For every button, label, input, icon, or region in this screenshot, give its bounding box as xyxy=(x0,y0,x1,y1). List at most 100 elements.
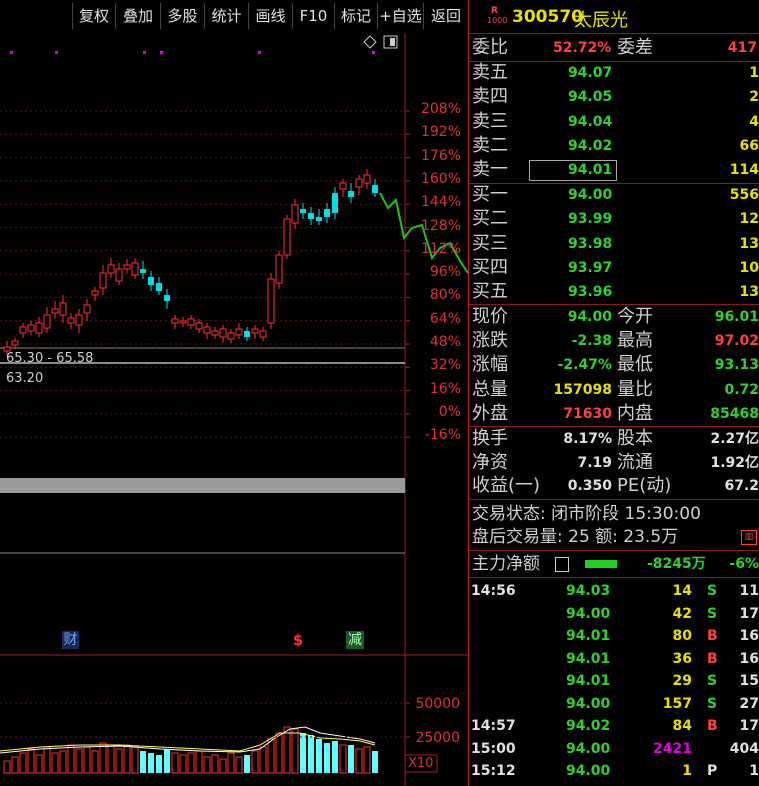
volume-bar xyxy=(156,755,162,773)
back-button[interactable]: 返回 xyxy=(423,3,469,29)
candle-body xyxy=(203,326,211,334)
quote-label-left: 外盘 xyxy=(472,402,508,424)
statistics-button[interactable]: 统计 xyxy=(204,3,248,29)
asks-row[interactable]: 卖三 94.04 4 xyxy=(469,111,759,133)
tick-price: 94.00 xyxy=(566,695,611,712)
volume-bar xyxy=(43,746,51,774)
pct-axis-label: 176% xyxy=(420,147,461,164)
candle-body xyxy=(156,283,162,291)
trade-status-text: 交易状态: 闭市阶段 15:30:00 xyxy=(472,504,701,524)
tick-row: 94.01 29 S 15 xyxy=(469,670,759,692)
dollar-marker[interactable]: $ xyxy=(291,631,305,649)
tick-time: 14:57 xyxy=(471,718,516,734)
tick-row: 15:00 94.00 2421 404 xyxy=(469,738,759,760)
bids-row[interactable]: 买三 93.98 13 xyxy=(469,233,759,255)
tick-time: 15:00 xyxy=(471,740,516,757)
pct-axis-label: 48% xyxy=(429,334,461,350)
pct-axis-label: -16% xyxy=(424,427,461,444)
candle-body xyxy=(211,330,219,336)
volume-bar xyxy=(283,726,291,774)
fuquan-button[interactable]: 复权 xyxy=(72,3,115,29)
bids-row[interactable]: 买四 93.97 10 xyxy=(469,257,759,279)
asks-price: 94.04 xyxy=(568,113,613,130)
quote-label-left: 涨幅 xyxy=(472,354,508,376)
candle-body xyxy=(259,330,267,338)
tick-side: B xyxy=(707,628,718,644)
asks-row[interactable]: 卖五 94.07 1 xyxy=(469,62,759,84)
bids-label: 买三 xyxy=(472,232,508,254)
multi-stock-button[interactable]: 多股 xyxy=(160,3,204,29)
tick-side: P xyxy=(707,763,718,779)
list-icon[interactable] xyxy=(555,557,569,572)
tick-count: 1 xyxy=(749,763,759,779)
candle-body xyxy=(348,191,354,197)
price-band xyxy=(0,478,405,493)
bids-row[interactable]: 买二 93.99 12 xyxy=(469,208,759,230)
candle-body xyxy=(164,295,170,301)
candle-body xyxy=(123,264,131,270)
overlay-button[interactable]: 叠加 xyxy=(115,3,160,29)
volume-bar xyxy=(67,744,75,774)
x10-zoom-label[interactable]: X10 xyxy=(408,756,433,771)
volume-bar xyxy=(267,738,275,774)
draw-line-button[interactable]: 画线 xyxy=(248,3,292,29)
volume-label-25000: 25000 xyxy=(415,730,460,746)
diamond-icon[interactable] xyxy=(363,35,377,49)
fund-row: 收益(一) 0.350 PE(动) 67.2 xyxy=(469,475,759,497)
pct-axis-label: 208% xyxy=(420,101,461,117)
asks-volume: 4 xyxy=(749,113,759,130)
bids-row[interactable]: 买五 93.96 13 xyxy=(469,281,759,303)
candle-body xyxy=(283,218,291,256)
finance-marker[interactable]: 财 xyxy=(62,631,79,649)
pct-axis-label: 16% xyxy=(429,380,461,397)
f10-button[interactable]: F10 xyxy=(292,3,334,29)
volume-bar xyxy=(235,756,243,774)
candle-body xyxy=(91,290,99,296)
volume-bar xyxy=(75,748,83,774)
candle-body xyxy=(324,209,330,217)
tick-row: 14:57 94.02 84 B 17 xyxy=(469,715,759,737)
kline-chart-svg[interactable] xyxy=(0,33,468,786)
bids-price: 93.99 xyxy=(568,211,613,228)
candle-body xyxy=(235,328,243,336)
tick-count: 404 xyxy=(729,740,759,757)
candle-body xyxy=(51,308,59,314)
asks-row[interactable]: 卖一 94.01 114 xyxy=(469,159,759,182)
event-dot xyxy=(258,51,261,54)
volume-bar xyxy=(91,750,99,774)
mark-button[interactable]: 标记 xyxy=(334,3,377,29)
stock-name: 太辰光 xyxy=(574,10,628,31)
reduce-holding-marker[interactable]: 减 xyxy=(346,631,364,649)
tick-count: 17 xyxy=(739,605,759,622)
quote-label-right: 量比 xyxy=(617,378,653,400)
tick-side: B xyxy=(707,718,718,734)
ask1-highlight xyxy=(529,160,617,182)
add-watchlist-button[interactable]: +自选 xyxy=(377,3,423,29)
pct-axis-label: 64% xyxy=(429,310,461,327)
event-dot xyxy=(372,51,375,54)
candle-body xyxy=(227,332,235,340)
kline-chart-area[interactable]: 208% 192% 176% 160% 144% 128% 112% 96% 80% 64% 48%… xyxy=(0,33,468,786)
volume-bar xyxy=(179,754,187,774)
tick-price: 94.02 xyxy=(566,718,611,734)
candle-body xyxy=(140,269,146,273)
tick-count: 17 xyxy=(739,718,759,734)
bids-price: 93.96 xyxy=(568,284,613,301)
pct-axis-label: 96% xyxy=(429,264,461,281)
price-range-label: 65.30 - 65.58 xyxy=(6,351,94,366)
tick-volume: 42 xyxy=(672,605,692,622)
tick-side: S xyxy=(707,673,718,689)
asks-row[interactable]: 卖四 94.05 2 xyxy=(469,86,759,108)
calendar-icon[interactable]: ▥ xyxy=(741,530,757,545)
candle-body xyxy=(179,320,187,324)
tick-side: S xyxy=(707,605,718,622)
bids-volume: 12 xyxy=(739,211,759,228)
tick-count: 16 xyxy=(739,628,759,644)
bids-volume: 13 xyxy=(739,235,759,252)
volume-bar xyxy=(332,741,338,773)
candle-body xyxy=(148,277,154,285)
asks-row[interactable]: 卖二 94.02 66 xyxy=(469,135,759,157)
volume-bar xyxy=(227,752,235,774)
bids-row[interactable]: 买一 94.00 556 xyxy=(469,184,759,206)
badge-r: R xyxy=(491,6,498,16)
